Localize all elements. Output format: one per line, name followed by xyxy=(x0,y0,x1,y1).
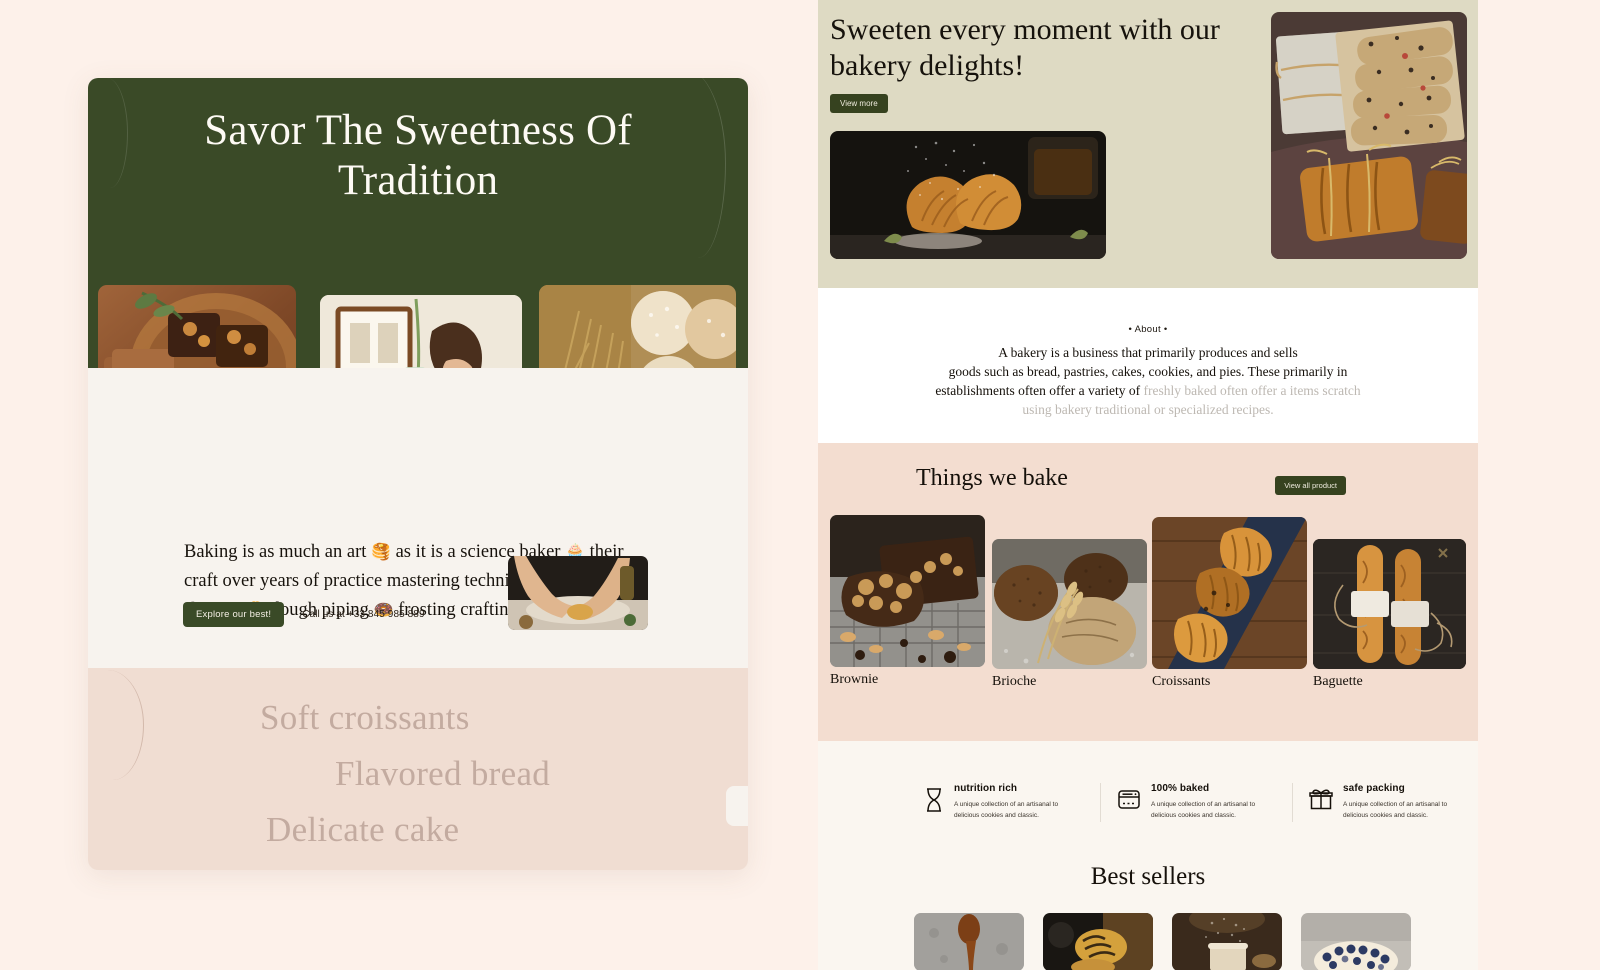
oven-icon xyxy=(1117,783,1141,822)
feature-100-percent-baked: 100% baked A unique collection of an art… xyxy=(1100,783,1292,822)
about-section: • About • A bakery is a business that pr… xyxy=(818,288,1478,443)
about-eyebrow: • About • xyxy=(1128,324,1168,335)
feature-title-100-percent-baked: 100% baked xyxy=(1151,783,1210,794)
left-footer-band: Soft croissants Flavored bread Delicate … xyxy=(88,668,748,870)
bake-card-brioche[interactable]: Brioche xyxy=(992,539,1147,690)
pancakes-icon: 🥞 xyxy=(371,542,391,561)
image-hands-kneading-dough xyxy=(508,556,648,630)
footer-word-flavored-bread: Flavored bread xyxy=(335,754,551,793)
image-glazed-pastry-dark[interactable] xyxy=(1043,913,1153,970)
bake-label-brownie: Brownie xyxy=(830,672,879,687)
right-hero-band: Sweeten every moment with our bakery del… xyxy=(818,0,1478,288)
best-sellers-row xyxy=(914,913,1411,970)
bake-card-brownie[interactable]: Brownie xyxy=(830,515,985,688)
right-hero-title: Sweeten every moment with our bakery del… xyxy=(830,13,1220,82)
feature-desc-100-percent-baked: A unique collection of an artisanal to d… xyxy=(1151,801,1256,820)
about-text: A bakery is a business that primarily pr… xyxy=(818,343,1478,420)
hourglass-icon xyxy=(924,783,944,822)
para-seg-1: Baking is as much an art xyxy=(184,542,372,562)
image-rustic-round-breads-with-wheat xyxy=(992,539,1147,669)
about-line-3-dark: establishments often offer a variety of xyxy=(935,383,1141,399)
feature-nutrition-rich: nutrition rich A unique collection of an… xyxy=(908,783,1100,822)
image-croissants-with-sugar-dusting xyxy=(830,131,1106,259)
about-line-1: A bakery is a business that primarily pr… xyxy=(998,345,1298,360)
features-and-bestsellers-section: nutrition rich A unique collection of an… xyxy=(818,741,1478,970)
bake-label-croissants: Croissants xyxy=(1152,674,1211,689)
decorative-curve-footer xyxy=(92,670,144,780)
right-poster-panel: Sweeten every moment with our bakery del… xyxy=(818,0,1478,970)
things-we-bake-title: Things we bake xyxy=(916,465,1068,491)
image-chocolate-drip-spoon[interactable] xyxy=(914,913,1024,970)
call-us-text: Call us at +33 845 985 889 xyxy=(302,609,425,620)
about-line-4-muted: using bakery traditional or specialized … xyxy=(1022,402,1274,418)
bake-label-baguette: Baguette xyxy=(1313,674,1363,689)
footer-tab-shape xyxy=(726,786,748,826)
decorative-curve-left xyxy=(98,78,128,188)
things-we-bake-section: Things we bake View all product Brownie … xyxy=(818,443,1478,741)
left-poster-panel: Savor The Sweetness Of Tradition Baking … xyxy=(88,78,748,870)
image-two-tied-baguettes xyxy=(1313,539,1466,669)
image-wrapped-artisan-loaves-flatlay xyxy=(1271,12,1467,259)
about-line-2: goods such as bread, pastries, cakes, co… xyxy=(948,364,1348,380)
feature-title-safe-packing: safe packing xyxy=(1343,783,1405,794)
footer-word-soft-croissants: Soft croissants xyxy=(260,698,470,737)
gift-icon xyxy=(1309,783,1333,822)
feature-desc-nutrition-rich: A unique collection of an artisanal to d… xyxy=(954,801,1059,820)
feature-row: nutrition rich A unique collection of an… xyxy=(908,783,1478,822)
bake-label-brioche: Brioche xyxy=(992,674,1037,689)
view-more-button[interactable]: View more xyxy=(830,94,888,113)
view-all-product-button[interactable]: View all product xyxy=(1275,476,1346,495)
left-cta-row: Explore our best! Call us at +33 845 985… xyxy=(183,602,425,627)
about-line-3-muted: freshly baked often offer a items scratc… xyxy=(1143,383,1361,399)
feature-title-nutrition-rich: nutrition rich xyxy=(954,783,1018,794)
explore-our-best-button[interactable]: Explore our best! xyxy=(183,602,285,627)
feature-safe-packing: safe packing A unique collection of an a… xyxy=(1292,783,1478,822)
image-brownie-slices-on-rack xyxy=(830,515,985,667)
footer-word-delicate-cake: Delicate cake xyxy=(266,810,460,849)
image-blueberry-cream-cake[interactable] xyxy=(1301,913,1411,970)
left-hero-title: Savor The Sweetness Of Tradition xyxy=(204,107,632,204)
feature-desc-safe-packing: A unique collection of an artisanal to d… xyxy=(1343,801,1448,820)
bake-card-baguette[interactable]: Baguette xyxy=(1313,539,1466,690)
bake-card-croissants[interactable]: Croissants xyxy=(1152,517,1307,690)
image-croissants-on-dark-wood xyxy=(1152,517,1307,669)
image-dusted-cake-slice[interactable] xyxy=(1172,913,1282,970)
best-sellers-title: Best sellers xyxy=(1090,863,1206,890)
